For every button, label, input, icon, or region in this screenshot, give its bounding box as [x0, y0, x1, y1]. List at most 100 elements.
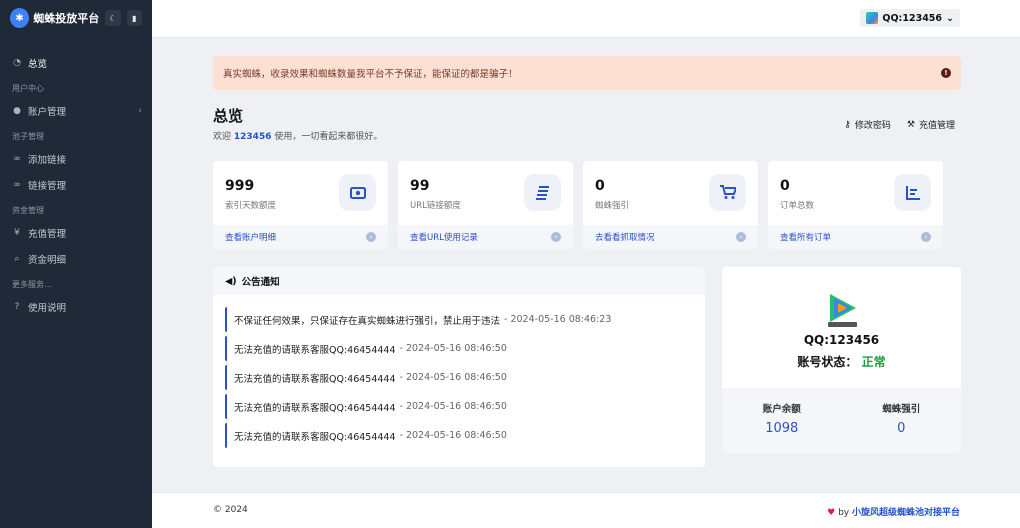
- stat-value: 99: [410, 178, 430, 194]
- notice-text: 无法充值的请联系客服QQ:46454444: [234, 402, 396, 414]
- stat-label: URL链接额度: [410, 201, 461, 211]
- stats-row: 999 索引天数额度 查看账户明细 › 99 URL链接额度 查看URL使用记录…: [213, 161, 961, 249]
- bell-icon[interactable]: ▮: [126, 10, 143, 26]
- list-item[interactable]: 无法充值的请联系客服QQ:46454444 - 2024-05-16 08:46…: [225, 336, 693, 361]
- topbar: QQ:123456 ⌄: [152, 0, 1020, 38]
- cart-icon: [709, 174, 746, 211]
- sidebar-item-help[interactable]: ? 使用说明: [0, 294, 152, 320]
- brand-name[interactable]: 蜘蛛投放平台: [33, 10, 99, 26]
- stat-card-spider-pull: 0 蜘蛛强引 去看看抓取情况 ›: [583, 161, 758, 249]
- stat-link-label: 查看账户明细: [225, 233, 277, 243]
- main-content: 真实蜘蛛，收录效果和蜘蛛数量我平台不予保证，能保证的都是骗子！ ! 总览 欢迎 …: [213, 56, 961, 467]
- notice-time: - 2024-05-16 08:46:50: [399, 343, 507, 354]
- sidebar-item-label: 使用说明: [28, 303, 67, 314]
- chevron-down-icon: ⌄: [946, 12, 954, 24]
- spider-icon: ✱: [10, 8, 30, 28]
- spider-label: 蜘蛛强引: [882, 404, 921, 415]
- sidebar-nav: ◔ 总览 用户中心 ● 账户管理 ‹ 池子管理 ∞ 添加链接 ∞ 链接管理 资金…: [0, 36, 152, 320]
- stat-label: 蜘蛛强引: [595, 201, 630, 211]
- money-icon: [339, 174, 376, 211]
- key-icon: ⚷: [844, 119, 851, 130]
- stat-link-label: 去看看抓取情况: [595, 233, 655, 243]
- stat-link-crawl-status[interactable]: 去看看抓取情况 ›: [583, 225, 758, 249]
- credit-link[interactable]: 小旋风超级蜘蛛池对接平台: [852, 508, 960, 518]
- sidebar-item-link-manage[interactable]: ∞ 链接管理: [0, 172, 152, 198]
- sidebar-item-fund-detail[interactable]: ⌕ 资金明细: [0, 246, 152, 272]
- notice-list: 不保证任何效果，只保证存在真实蜘蛛进行强引，禁止用于违法 - 2024-05-1…: [213, 295, 705, 448]
- help-icon: ?: [14, 302, 20, 312]
- sidebar-item-account[interactable]: ● 账户管理 ‹: [0, 98, 152, 124]
- spider-value: 0: [897, 421, 906, 436]
- sidebar-item-label: 链接管理: [28, 181, 67, 192]
- sidebar-item-label: 充值管理: [28, 229, 67, 240]
- stat-value: 999: [225, 178, 255, 194]
- arrow-right-icon: ›: [551, 232, 561, 242]
- alert-text: 真实蜘蛛，收录效果和蜘蛛数量我平台不予保证，能保证的都是骗子！: [223, 69, 518, 80]
- recharge-manage-button[interactable]: ⚒ 充值管理: [906, 118, 955, 132]
- notice-title: 公告通知: [241, 277, 280, 288]
- stat-label: 订单总数: [780, 201, 815, 211]
- user-menu[interactable]: QQ:123456 ⌄: [860, 9, 960, 27]
- moon-icon[interactable]: ☾: [105, 10, 121, 26]
- notice-time: - 2024-05-16 08:46:50: [399, 372, 507, 383]
- account-qq: QQ:123456: [803, 333, 880, 347]
- footer: © 2024 ♥ by 小旋风超级蜘蛛池对接平台: [152, 492, 1020, 528]
- link-icon: ∞: [13, 154, 21, 164]
- wrench-icon: ⚒: [906, 119, 915, 130]
- sidebar-item-add-link[interactable]: ∞ 添加链接: [0, 146, 152, 172]
- spider-column: 蜘蛛强引 0: [842, 388, 962, 453]
- list-item[interactable]: 无法充值的请联系客服QQ:46454444 - 2024-05-16 08:46…: [225, 423, 693, 448]
- sidebar-item-label: 资金明细: [28, 255, 67, 266]
- stat-link-url-records[interactable]: 查看URL使用记录 ›: [398, 225, 573, 249]
- notice-text: 不保证任何效果，只保证存在真实蜘蛛进行强引，禁止用于违法: [234, 315, 501, 327]
- lower-row: ◀) 公告通知 不保证任何效果，只保证存在真实蜘蛛进行强引，禁止用于违法 - 2…: [213, 267, 961, 467]
- list-icon: [524, 174, 561, 211]
- page-header: 总览 欢迎 123456 使用，一切看起来都很好。 ⚷ 修改密码 ⚒ 充值管理: [213, 105, 961, 161]
- sidebar: ✱ 蜘蛛投放平台 ☾ ▮ ◔ 总览 用户中心 ● 账户管理 ‹ 池子管理 ∞ 添…: [0, 0, 152, 528]
- credit-prefix: by: [838, 508, 850, 518]
- arrow-right-icon: ›: [366, 232, 376, 242]
- account-status: 账号状态： 正常: [722, 353, 961, 370]
- arrow-right-icon: ›: [921, 232, 931, 242]
- welcome-user: 123456: [233, 132, 272, 142]
- change-password-button[interactable]: ⚷ 修改密码: [844, 118, 891, 132]
- notice-time: - 2024-05-16 08:46:23: [504, 314, 612, 325]
- sidebar-section-more: 更多服务…: [12, 280, 52, 289]
- status-label: 账号状态：: [797, 355, 858, 369]
- stat-link-account-detail[interactable]: 查看账户明细 ›: [213, 225, 388, 249]
- list-item[interactable]: 不保证任何效果，只保证存在真实蜘蛛进行强引，禁止用于违法 - 2024-05-1…: [225, 307, 693, 332]
- notice-text: 无法充值的请联系客服QQ:46454444: [234, 373, 396, 385]
- avatar: [866, 12, 879, 24]
- action-label: 修改密码: [854, 121, 891, 131]
- copyright: © 2024: [213, 505, 248, 515]
- alert-icon: !: [941, 68, 951, 78]
- list-item[interactable]: 无法充值的请联系客服QQ:46454444 - 2024-05-16 08:46…: [225, 394, 693, 419]
- tencent-video-logo: [828, 294, 857, 327]
- credit: ♥ by 小旋风超级蜘蛛池对接平台: [827, 505, 960, 518]
- brand: ✱ 蜘蛛投放平台 ☾ ▮: [0, 0, 152, 36]
- sidebar-item-label: 添加链接: [28, 155, 67, 166]
- balance-value: 1098: [765, 421, 799, 436]
- notice-text: 无法充值的请联系客服QQ:46454444: [234, 344, 396, 356]
- action-label: 充值管理: [918, 121, 955, 131]
- stat-label: 索引天数额度: [225, 201, 277, 211]
- link-icon: ∞: [13, 180, 21, 190]
- stat-card-orders: 0 订单总数 查看所有订单 ›: [768, 161, 943, 249]
- stat-card-url-quota: 99 URL链接额度 查看URL使用记录 ›: [398, 161, 573, 249]
- list-item[interactable]: 无法充值的请联系客服QQ:46454444 - 2024-05-16 08:46…: [225, 365, 693, 390]
- stat-value: 0: [595, 178, 605, 194]
- dashboard-icon: ◔: [13, 58, 21, 68]
- sidebar-item-recharge[interactable]: ¥ 充值管理: [0, 220, 152, 246]
- account-summary: 账户余额 1098 蜘蛛强引 0: [722, 388, 961, 453]
- search-icon: ⌕: [14, 254, 20, 264]
- sidebar-section-user: 用户中心: [12, 84, 44, 93]
- sidebar-item-overview[interactable]: ◔ 总览: [0, 50, 152, 76]
- stat-link-all-orders[interactable]: 查看所有订单 ›: [768, 225, 943, 249]
- notice-header: ◀) 公告通知: [213, 267, 705, 295]
- megaphone-icon: ◀): [225, 275, 237, 287]
- sidebar-section-funds: 资金管理: [12, 206, 44, 215]
- user-label: QQ:123456: [882, 12, 943, 24]
- sidebar-section-pool: 池子管理: [12, 132, 44, 141]
- user-icon: ●: [13, 106, 21, 116]
- header-actions: ⚷ 修改密码 ⚒ 充值管理: [844, 118, 955, 132]
